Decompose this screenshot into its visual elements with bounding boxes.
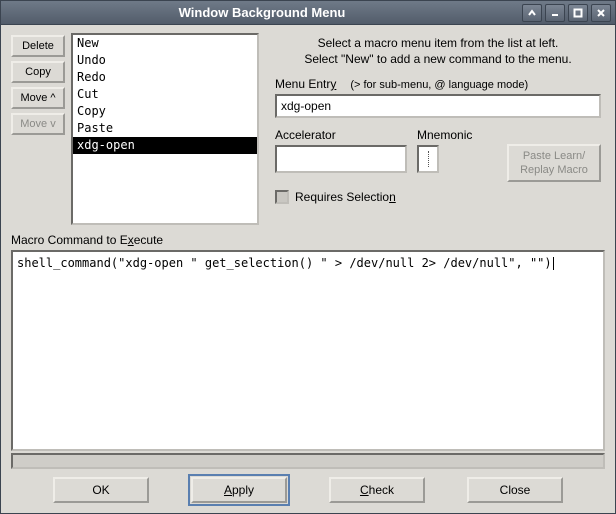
accel-mnemonic-row: Accelerator Mnemonic Paste Learn/ Replay… (275, 128, 601, 182)
instructions-line1: Select a macro menu item from the list a… (275, 35, 601, 51)
mnemonic-input[interactable] (417, 145, 439, 173)
mnemonic-label: Mnemonic (417, 128, 472, 142)
ok-button[interactable]: OK (53, 477, 149, 503)
menu-entry-hint: (> for sub-menu, @ language mode) (350, 79, 528, 91)
menu-entry-input[interactable] (275, 94, 601, 118)
dialog-button-row: OK Apply Check Close (11, 469, 605, 507)
macro-command-label: Macro Command to Execute (11, 233, 605, 247)
macro-command-textarea[interactable]: shell_command("xdg-open " get_selection(… (11, 250, 605, 451)
delete-button[interactable]: Delete (11, 35, 65, 57)
accelerator-input[interactable] (275, 145, 407, 173)
text-cursor (553, 257, 554, 270)
horizontal-scrollbar[interactable] (11, 453, 605, 469)
list-item[interactable]: Cut (73, 86, 257, 103)
menu-entry-label-row: Menu Entry (> for sub-menu, @ language m… (275, 77, 601, 91)
menu-entry-label: Menu Entry (275, 77, 336, 91)
move-up-button[interactable]: Move ^ (11, 87, 65, 109)
copy-button[interactable]: Copy (11, 61, 65, 83)
properties-pane: Select a macro menu item from the list a… (265, 33, 605, 225)
list-item[interactable]: xdg-open (73, 137, 257, 154)
list-item[interactable]: Redo (73, 69, 257, 86)
instructions-line2: Select "New" to add a new command to the… (275, 51, 601, 67)
titlebar: Window Background Menu (1, 1, 615, 25)
content-area: Delete Copy Move ^ Move v NewUndoRedoCut… (1, 25, 615, 513)
accelerator-label: Accelerator (275, 128, 407, 142)
paste-learn-button[interactable]: Paste Learn/ Replay Macro (507, 144, 601, 182)
instructions: Select a macro menu item from the list a… (275, 35, 601, 67)
check-button[interactable]: Check (329, 477, 425, 503)
maximize-button[interactable] (568, 4, 588, 22)
list-item[interactable]: Copy (73, 103, 257, 120)
mnemonic-group: Mnemonic (417, 128, 472, 173)
list-item[interactable]: Paste (73, 120, 257, 137)
accelerator-group: Accelerator (275, 128, 407, 173)
requires-selection-label: Requires Selection (295, 190, 396, 204)
requires-selection-checkbox[interactable] (275, 190, 289, 204)
macro-list[interactable]: NewUndoRedoCutCopyPastexdg-open (71, 33, 259, 225)
action-button-column: Delete Copy Move ^ Move v (11, 33, 65, 225)
list-item[interactable]: Undo (73, 52, 257, 69)
requires-selection-row: Requires Selection (275, 190, 601, 204)
rollup-button[interactable] (522, 4, 542, 22)
close-window-button[interactable] (591, 4, 611, 22)
window: Window Background Menu Delete Copy Move … (0, 0, 616, 514)
window-title: Window Background Menu (5, 5, 519, 20)
move-down-button[interactable]: Move v (11, 113, 65, 135)
apply-button[interactable]: Apply (191, 477, 287, 503)
list-item[interactable]: New (73, 35, 257, 52)
command-area-wrap: shell_command("xdg-open " get_selection(… (11, 250, 605, 469)
upper-pane: Delete Copy Move ^ Move v NewUndoRedoCut… (11, 33, 605, 225)
close-button[interactable]: Close (467, 477, 563, 503)
minimize-button[interactable] (545, 4, 565, 22)
